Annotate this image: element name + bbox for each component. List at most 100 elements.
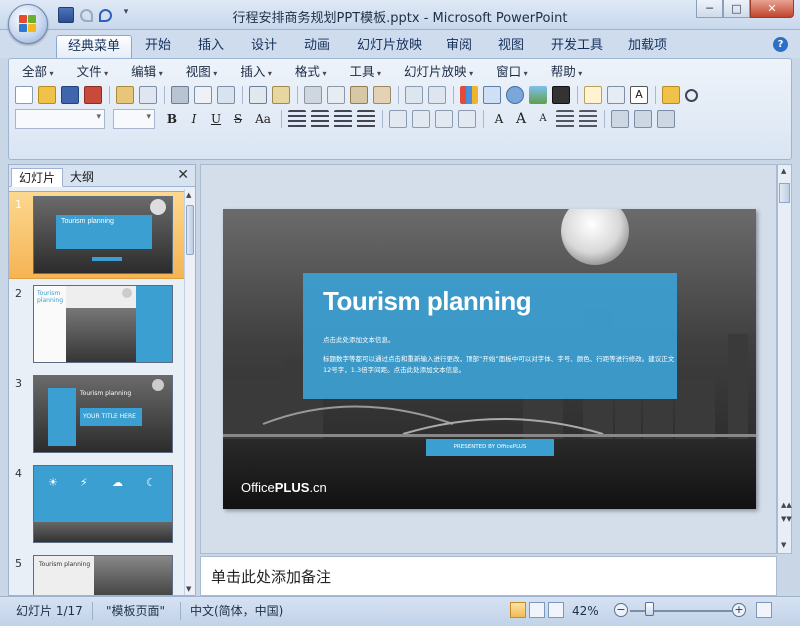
zoom-in-icon[interactable]: + [732, 603, 746, 617]
permission-icon[interactable] [84, 86, 102, 104]
view-icon[interactable] [217, 86, 235, 104]
bullets-icon[interactable] [458, 110, 476, 128]
zoom-out-icon[interactable]: − [614, 603, 628, 617]
preview-icon[interactable] [194, 86, 212, 104]
slide-thumbnail-5[interactable]: 5 Tourism planning [9, 551, 184, 595]
slideshow-view-icon[interactable] [548, 602, 564, 618]
menu-slideshow[interactable]: 幻灯片放映 [397, 63, 480, 81]
text-direction-icon[interactable] [389, 110, 407, 128]
arrange-icon[interactable] [611, 110, 629, 128]
language-indicator[interactable]: 中文(简体，中国) [190, 601, 283, 621]
next-slide-icon[interactable]: ▼▼ [781, 515, 792, 523]
tab-insert[interactable]: 插入 [187, 35, 235, 58]
slide-text-body[interactable]: 标题数字等都可以通过点击和重新输入进行更改，顶部“开始”面板中可以对字体、字号、… [323, 354, 675, 376]
slide-thumbnail-1[interactable]: 1 Tourism planning [9, 191, 184, 279]
scroll-up-icon[interactable]: ▲ [781, 167, 786, 175]
new-slide-icon[interactable] [584, 86, 602, 104]
zoom-slider-handle[interactable] [645, 602, 654, 616]
layout-icon[interactable] [607, 86, 625, 104]
menu-file[interactable]: 文件 [70, 63, 116, 81]
tab-classic-menu[interactable]: 经典菜单 [56, 35, 133, 58]
notes-pane[interactable]: 单击此处添加备注 [200, 556, 777, 596]
justify-icon[interactable] [357, 110, 375, 128]
bold-button[interactable]: B [163, 110, 181, 128]
slides-pane-scrollbar[interactable]: ▲ ▼ [184, 189, 195, 595]
slide-text-line1[interactable]: 点击此处添加文本信息。 [323, 334, 395, 344]
menu-view[interactable]: 视图 [179, 63, 225, 81]
format-painter-icon[interactable] [373, 86, 391, 104]
tab-addins[interactable]: 加载项 [617, 35, 678, 58]
line-spacing-icon[interactable] [412, 110, 430, 128]
scroll-thumb[interactable] [779, 183, 790, 203]
align-center-icon[interactable] [311, 110, 329, 128]
spelling-icon[interactable] [249, 86, 267, 104]
italic-button[interactable]: I [185, 110, 203, 128]
scroll-down-icon[interactable]: ▼ [186, 585, 191, 593]
menu-tools[interactable]: 工具 [342, 63, 388, 81]
scroll-down-icon[interactable]: ▼ [781, 541, 786, 549]
help-icon[interactable]: ? [773, 37, 788, 52]
slide-thumbnail-4[interactable]: 4 ☀ ⚡ ☁ ☾ [9, 461, 184, 549]
cut-icon[interactable] [304, 86, 322, 104]
slide-thumbnail-3[interactable]: 3 Tourism planning YOUR TITLE HERE [9, 371, 184, 459]
normal-view-icon[interactable] [510, 602, 526, 618]
fit-to-window-icon[interactable] [756, 602, 772, 618]
close-button[interactable]: ✕ [750, 0, 794, 18]
scroll-up-icon[interactable]: ▲ [186, 191, 191, 199]
tab-view[interactable]: 视图 [487, 35, 535, 58]
menu-window[interactable]: 窗口 [489, 63, 535, 81]
picture-icon[interactable] [529, 86, 547, 104]
search-icon[interactable] [685, 88, 698, 102]
chart-icon[interactable] [460, 86, 478, 104]
shape-outline-icon[interactable] [657, 110, 675, 128]
strikethrough-button[interactable]: S [229, 110, 247, 128]
font-color-button[interactable]: A [490, 110, 508, 128]
numbering-icon[interactable] [435, 110, 453, 128]
menu-format[interactable]: 格式 [288, 63, 334, 81]
tab-design[interactable]: 设计 [240, 35, 288, 58]
redo-icon[interactable] [428, 86, 446, 104]
tab-slideshow[interactable]: 幻灯片放映 [346, 35, 433, 58]
undo-icon[interactable] [405, 86, 423, 104]
quick-styles-icon[interactable] [634, 110, 652, 128]
save-icon[interactable] [61, 86, 79, 104]
underline-button[interactable]: U [207, 110, 225, 128]
slide-thumbnail-2[interactable]: 2 Tourism planning [9, 281, 184, 369]
notes-placeholder[interactable]: 单击此处添加备注 [211, 566, 331, 587]
tab-developer[interactable]: 开发工具 [540, 35, 614, 58]
font-size-combo[interactable] [113, 109, 155, 129]
tab-animation[interactable]: 动画 [293, 35, 341, 58]
print-icon[interactable] [171, 86, 189, 104]
globe-icon[interactable] [506, 86, 524, 104]
menu-help[interactable]: 帮助 [544, 63, 590, 81]
slide-sorter-view-icon[interactable] [529, 602, 545, 618]
open-folder-icon[interactable] [38, 86, 56, 104]
font-name-combo[interactable] [15, 109, 105, 129]
current-slide[interactable]: Tourism planning 点击此处添加文本信息。 标题数字等都可以通过点… [223, 209, 756, 509]
tab-outline[interactable]: 大纲 [63, 168, 101, 187]
theme-name[interactable]: "模板页面" [106, 601, 165, 621]
table-icon[interactable] [483, 86, 501, 104]
zoom-level[interactable]: 42% [572, 601, 599, 621]
tab-home[interactable]: 开始 [134, 35, 182, 58]
slide-scrollbar[interactable]: ▲ ▲▲ ▼▼ ▼ [777, 164, 792, 554]
previous-slide-icon[interactable]: ▲▲ [781, 501, 792, 509]
title-box[interactable]: Tourism planning 点击此处添加文本信息。 标题数字等都可以通过点… [303, 273, 677, 399]
slide-title[interactable]: Tourism planning [323, 286, 532, 317]
new-document-icon[interactable] [15, 86, 33, 104]
menu-edit[interactable]: 编辑 [124, 63, 170, 81]
office-button[interactable] [8, 4, 48, 44]
align-right-icon[interactable] [334, 110, 352, 128]
minimize-button[interactable]: ─ [696, 0, 723, 18]
increase-indent-icon[interactable] [579, 110, 597, 128]
increase-font-button[interactable]: A [512, 110, 530, 128]
menu-all[interactable]: 全部 [15, 63, 61, 81]
presented-by-button[interactable]: PRESENTED BY OfficePLUS [426, 439, 554, 456]
email-icon[interactable] [116, 86, 134, 104]
paste-icon[interactable] [350, 86, 368, 104]
scroll-thumb[interactable] [186, 205, 194, 255]
close-icon[interactable]: ✕ [177, 167, 189, 183]
tab-slides[interactable]: 幻灯片 [11, 168, 64, 187]
decrease-font-button[interactable]: A [534, 110, 552, 128]
align-left-icon[interactable] [288, 110, 306, 128]
